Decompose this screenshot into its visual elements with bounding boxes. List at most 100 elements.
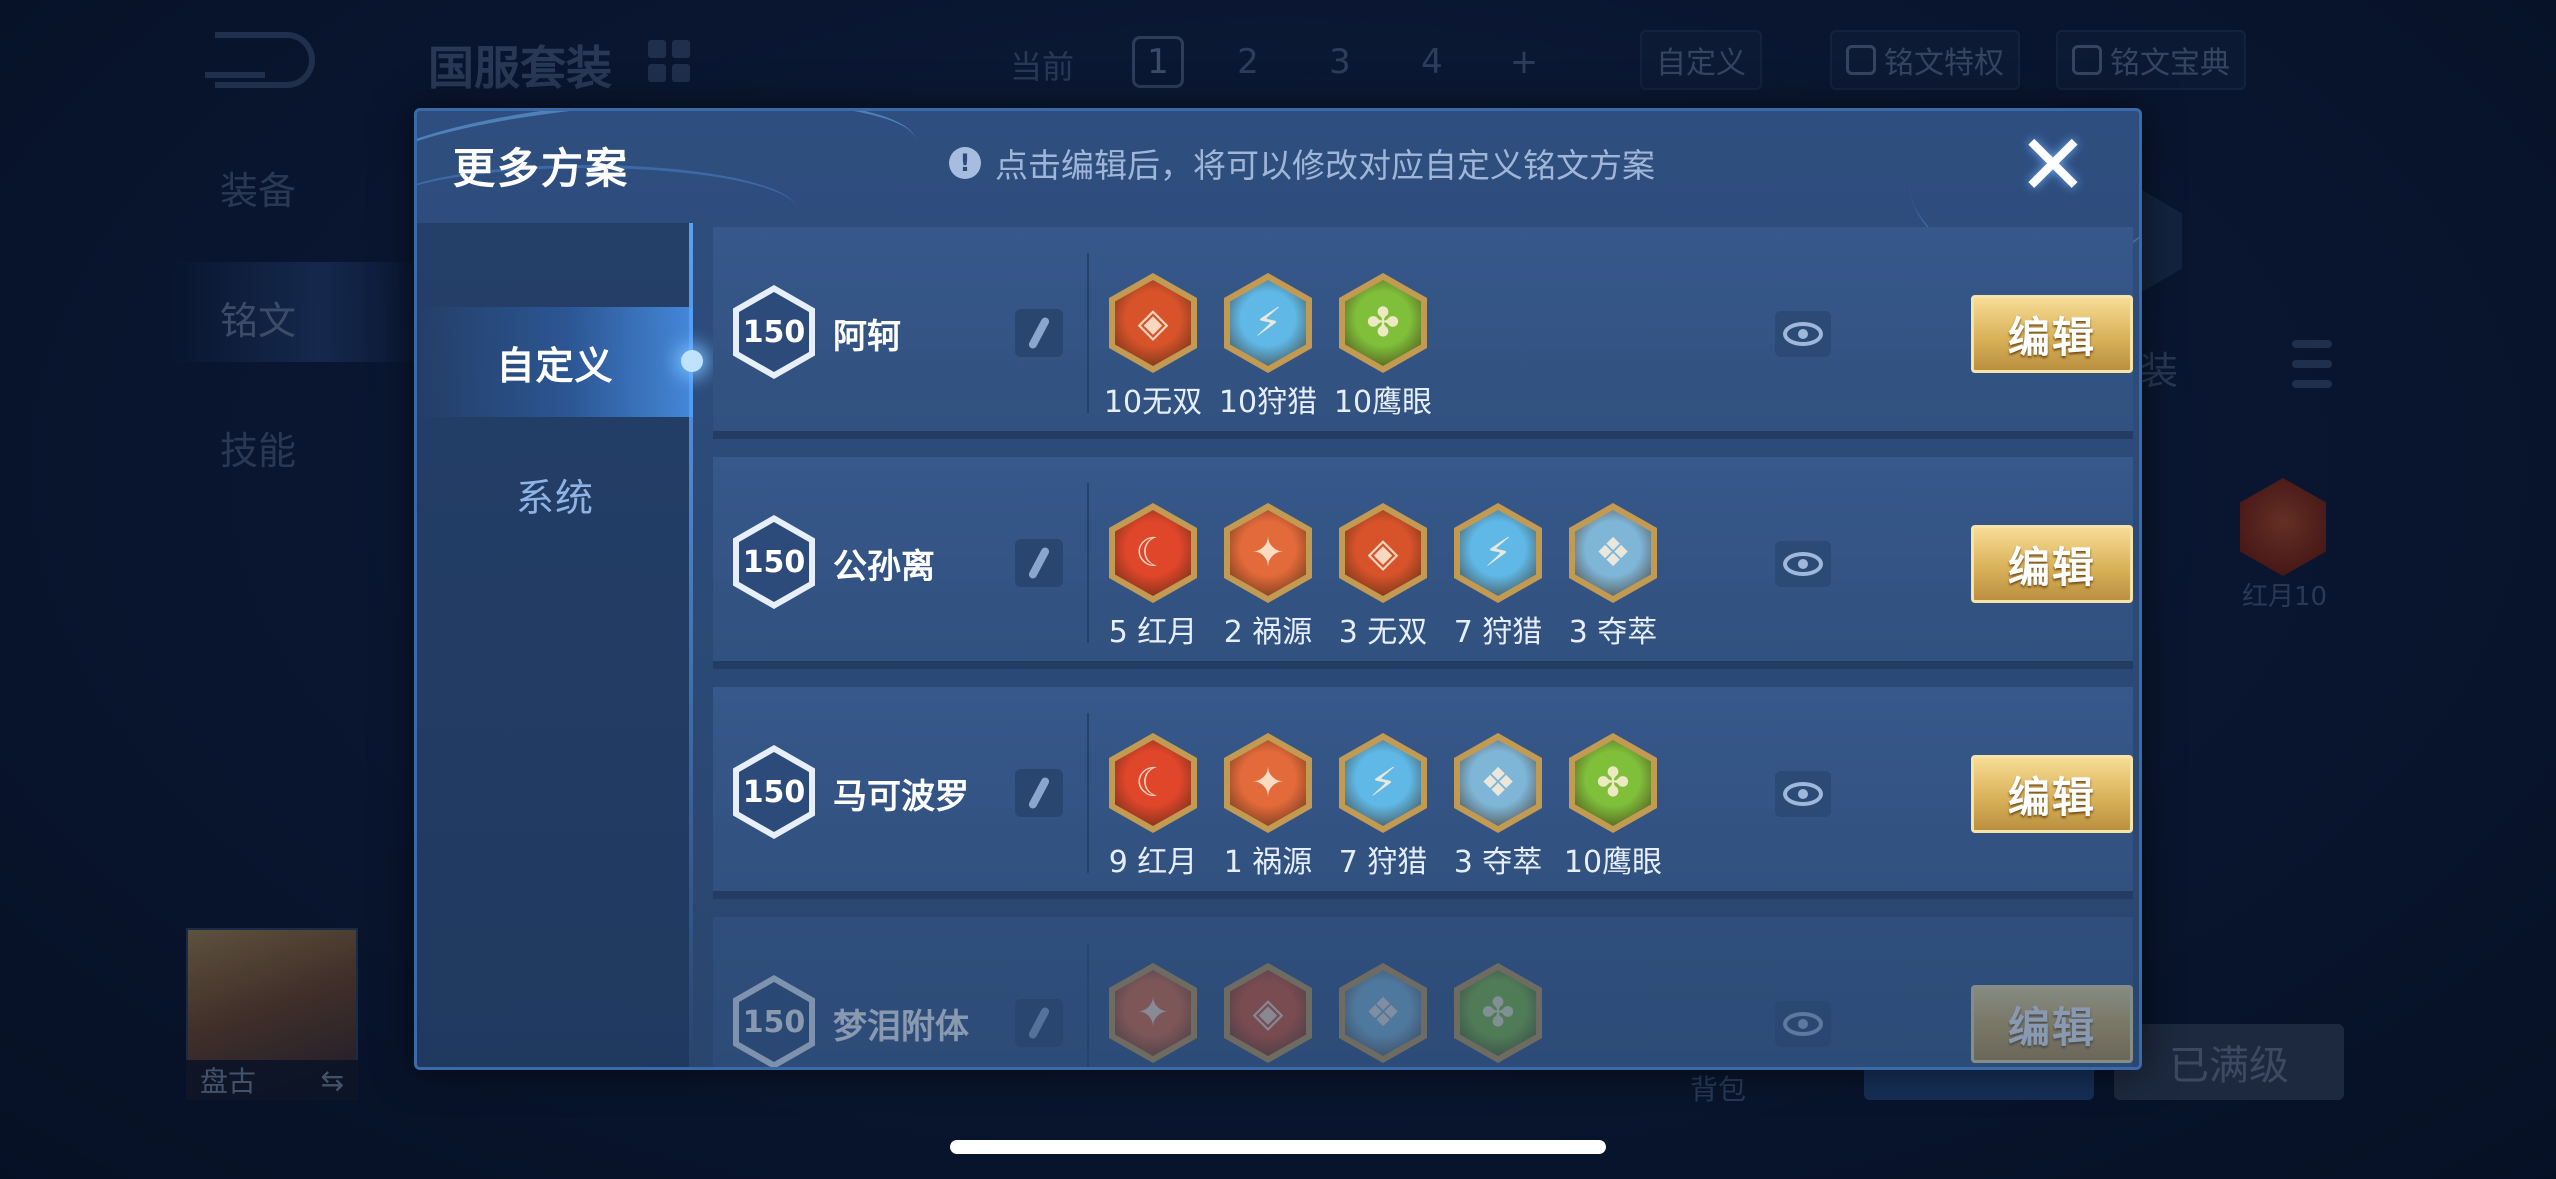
duocui-icon: ❖: [1454, 733, 1542, 833]
preview-eye-icon[interactable]: [1775, 541, 1831, 587]
rune-count-label: 3 夺萃: [1453, 845, 1543, 880]
left-menu-rune[interactable]: 铭文: [220, 290, 296, 345]
preview-eye-icon[interactable]: [1775, 311, 1831, 357]
tab-system-label: 系统: [515, 475, 594, 520]
right-set-label: 装: [2140, 349, 2179, 393]
row-divider: [1087, 713, 1089, 873]
rune-item[interactable]: ❖ 3 夺萃: [1454, 733, 1542, 881]
plan-name: 阿轲: [833, 317, 901, 357]
swap-icon: ⇆: [320, 1063, 344, 1097]
guide-icon: [2072, 45, 2102, 75]
rune-item[interactable]: ⚡ 7 狩猎: [1339, 733, 1427, 881]
rune-item[interactable]: ◈: [1224, 963, 1312, 1067]
hero-label[interactable]: 盘古 ⇆: [186, 1060, 358, 1100]
edit-button[interactable]: 编辑: [1971, 295, 2133, 373]
page-tab-1[interactable]: 1: [1132, 36, 1184, 88]
shoulie-icon: ⚡: [1454, 503, 1542, 603]
rune-item[interactable]: ☾ 9 红月: [1109, 733, 1197, 881]
rune-item[interactable]: ☾ 5 红月: [1109, 503, 1197, 651]
rune-item[interactable]: ◈ 3 无双: [1339, 503, 1427, 651]
rune-item[interactable]: ✤ 10鹰眼: [1564, 733, 1662, 881]
left-menu-equip[interactable]: 装备: [220, 160, 296, 215]
rune-count-label: 3 无双: [1338, 615, 1428, 650]
close-button[interactable]: ✕: [2015, 123, 2091, 207]
wushuang-icon: ◈: [1109, 273, 1197, 373]
edit-hint: ! 点击编辑后，将可以修改对应自定义铭文方案: [949, 139, 1655, 187]
shoulie-icon: ⚡: [1339, 733, 1427, 833]
plan-row: 150 公孙离 ☾ 5 红月 ✦ 2 祸源 ◈ 3 无双 ⚡ 7 狩猎 ❖ 3 夺萃 编辑: [713, 457, 2133, 669]
rune-item[interactable]: ◈ 10无双: [1104, 273, 1202, 421]
rune-count-label: 2 祸源: [1223, 615, 1313, 650]
bag-label[interactable]: 背包: [1690, 1068, 1746, 1108]
active-tab-indicator: [681, 350, 703, 372]
yingyan-icon: ✤: [1454, 963, 1542, 1063]
huoyuan-icon: ✦: [1224, 503, 1312, 603]
plan-row: 150 梦泪附体 ✦ ◈ ❖ ✤ 编辑: [713, 917, 2133, 1067]
huoyuan-icon: ✦: [1224, 733, 1312, 833]
duocui-icon: ❖: [1339, 963, 1427, 1063]
rune-count-label: 3 夺萃: [1568, 615, 1658, 650]
row-divider: [1087, 483, 1089, 643]
edit-button[interactable]: 编辑: [1971, 525, 2133, 603]
duocui-icon: ❖: [1569, 503, 1657, 603]
hongyue-icon: ☾: [1109, 733, 1197, 833]
privilege-label: 铭文特权: [1884, 46, 2004, 81]
tab-custom[interactable]: 自定义: [417, 307, 703, 417]
max-level-button[interactable]: 已满级: [2114, 1024, 2344, 1100]
plan-name: 梦泪附体: [833, 1007, 969, 1047]
page-add-button[interactable]: +: [1498, 36, 1550, 88]
rune-count-label: 7 狩猎: [1453, 615, 1543, 650]
home-indicator[interactable]: [950, 1140, 1606, 1154]
rune-count-label: 10鹰眼: [1333, 385, 1433, 420]
menu-icon[interactable]: [2292, 340, 2332, 388]
back-icon[interactable]: [205, 32, 315, 88]
more-plans-dialog: 更多方案 ! 点击编辑后，将可以修改对应自定义铭文方案 ✕ 自定义 系统 150…: [414, 108, 2142, 1070]
hongyue-icon: ☾: [1109, 503, 1197, 603]
rune-item[interactable]: ✤: [1454, 963, 1542, 1067]
page-tab-2[interactable]: 2: [1222, 36, 1274, 88]
tab-system[interactable]: 系统: [417, 439, 693, 549]
yingyan-icon: ✤: [1569, 733, 1657, 833]
edit-button[interactable]: 编辑: [1971, 985, 2133, 1063]
row-divider: [1087, 943, 1089, 1067]
edit-hint-text: 点击编辑后，将可以修改对应自定义铭文方案: [995, 146, 1655, 185]
rename-brush-icon[interactable]: [1015, 999, 1063, 1047]
yingyan-icon: ✤: [1339, 273, 1427, 373]
wushuang-icon: ◈: [1224, 963, 1312, 1063]
rune-item[interactable]: ❖ 3 夺萃: [1569, 503, 1657, 651]
rename-brush-icon[interactable]: [1015, 769, 1063, 817]
rune-set: ◈ 10无双 ⚡ 10狩猎 ✤ 10鹰眼: [1104, 273, 1432, 421]
page-tab-3[interactable]: 3: [1314, 36, 1366, 88]
plan-row: 150 马可波罗 ☾ 9 红月 ✦ 1 祸源 ⚡ 7 狩猎 ❖ 3 夺萃 ✤ 10鹰眼 编辑: [713, 687, 2133, 899]
rename-brush-icon[interactable]: [1015, 539, 1063, 587]
hongyue-rune-icon[interactable]: [2240, 478, 2326, 576]
left-menu-skill[interactable]: 技能: [220, 420, 296, 475]
rune-item[interactable]: ✦ 2 祸源: [1224, 503, 1312, 651]
book-icon: [1846, 45, 1876, 75]
privilege-button[interactable]: 铭文特权: [1830, 30, 2020, 90]
rename-brush-icon[interactable]: [1015, 309, 1063, 357]
page-tab-4[interactable]: 4: [1406, 36, 1458, 88]
shoulie-icon: ⚡: [1224, 273, 1312, 373]
wushuang-icon: ◈: [1339, 503, 1427, 603]
edit-button[interactable]: 编辑: [1971, 755, 2133, 833]
tab-custom-label: 自定义: [496, 343, 614, 388]
plan-list[interactable]: 150 阿轲 ◈ 10无双 ⚡ 10狩猎 ✤ 10鹰眼 编辑 150 公孙离 ☾ 5 红月 ✦ 2 祸源 ◈ 3…: [713, 227, 2133, 1067]
guide-label: 铭文宝典: [2110, 46, 2230, 81]
plan-name: 公孙离: [833, 547, 935, 587]
rune-item[interactable]: ✦: [1109, 963, 1197, 1067]
rune-item[interactable]: ✦ 1 祸源: [1224, 733, 1312, 881]
rune-item[interactable]: ✤ 10鹰眼: [1334, 273, 1432, 421]
grid-icon[interactable]: [648, 40, 690, 82]
guide-button[interactable]: 铭文宝典: [2056, 30, 2246, 90]
rune-item[interactable]: ⚡ 10狩猎: [1219, 273, 1317, 421]
custom-button[interactable]: 自定义: [1640, 30, 1762, 90]
rune-set: ☾ 9 红月 ✦ 1 祸源 ⚡ 7 狩猎 ❖ 3 夺萃 ✤ 10鹰眼: [1109, 733, 1662, 881]
rune-item[interactable]: ❖: [1339, 963, 1427, 1067]
custom-label: 自定义: [1656, 46, 1746, 81]
game-screen: 国服套装 当前 1 2 3 4 + 自定义 铭文特权 铭文宝典 装备 铭文 技能…: [0, 0, 2556, 1179]
plan-row: 150 阿轲 ◈ 10无双 ⚡ 10狩猎 ✤ 10鹰眼 编辑: [713, 227, 2133, 439]
preview-eye-icon[interactable]: [1775, 771, 1831, 817]
preview-eye-icon[interactable]: [1775, 1001, 1831, 1047]
rune-item[interactable]: ⚡ 7 狩猎: [1454, 503, 1542, 651]
